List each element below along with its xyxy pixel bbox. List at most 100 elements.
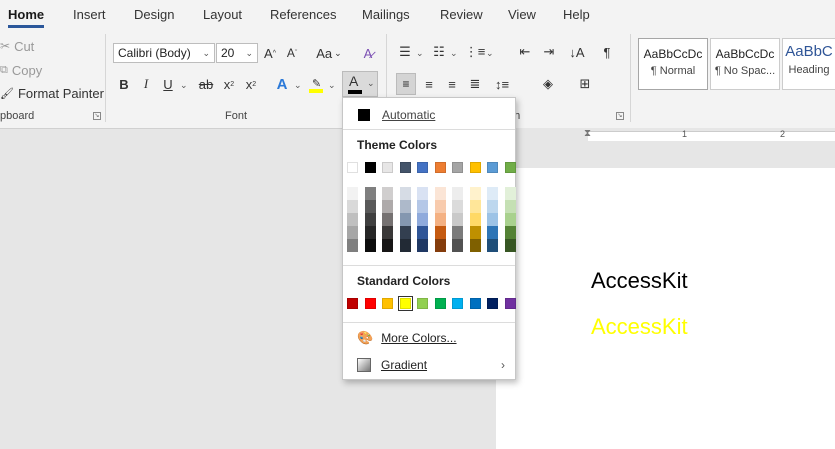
- superscript-button[interactable]: x2: [243, 74, 259, 94]
- decrease-indent-icon[interactable]: ⇤: [516, 42, 534, 62]
- theme-color-swatch[interactable]: [452, 162, 463, 173]
- chevron-down-icon[interactable]: ⌄: [180, 80, 188, 91]
- theme-color-swatch[interactable]: [434, 162, 446, 173]
- grow-font-icon[interactable]: A ^: [262, 43, 278, 63]
- theme-shade-swatch[interactable]: [382, 200, 393, 213]
- tab-home[interactable]: Home: [8, 7, 45, 28]
- sort-icon[interactable]: ↓A: [568, 42, 586, 62]
- theme-shade-swatch[interactable]: [469, 187, 481, 200]
- theme-shade-swatch[interactable]: [487, 213, 498, 226]
- standard-color-swatch[interactable]: [487, 298, 498, 309]
- theme-shade-swatch[interactable]: [417, 187, 428, 200]
- line-spacing-icon[interactable]: ↕≡: [492, 74, 512, 94]
- text-effects-icon[interactable]: A: [272, 74, 292, 94]
- theme-shade-swatch[interactable]: [504, 200, 516, 213]
- tab-view[interactable]: View: [508, 7, 536, 22]
- theme-color-swatch[interactable]: [469, 162, 481, 173]
- pilcrow-icon[interactable]: ¶: [598, 42, 616, 62]
- theme-shade-swatch[interactable]: [347, 226, 358, 239]
- theme-shade-swatch[interactable]: [452, 239, 463, 252]
- theme-shade-swatch[interactable]: [434, 213, 446, 226]
- theme-shade-swatch[interactable]: [417, 213, 428, 226]
- font-size-dropdown[interactable]: 20 ⌄: [216, 43, 258, 63]
- standard-color-swatch[interactable]: [469, 298, 481, 309]
- shrink-font-icon[interactable]: Aˇ: [284, 43, 300, 63]
- theme-shade-swatch[interactable]: [417, 239, 428, 252]
- tab-references[interactable]: References: [270, 7, 336, 22]
- theme-shade-swatch[interactable]: [399, 239, 411, 252]
- theme-shade-swatch[interactable]: [469, 239, 481, 252]
- theme-shade-swatch[interactable]: [364, 226, 376, 239]
- theme-color-swatch[interactable]: [399, 162, 411, 173]
- chevron-down-icon[interactable]: ⌄: [294, 80, 302, 91]
- theme-color-swatch[interactable]: [487, 162, 498, 173]
- theme-shade-swatch[interactable]: [452, 213, 463, 226]
- tab-help[interactable]: Help: [563, 7, 590, 22]
- theme-color-swatch[interactable]: [417, 162, 428, 173]
- multilevel-list-icon[interactable]: ⋮≡: [465, 42, 486, 62]
- style-heading[interactable]: AaBbC Heading: [782, 38, 835, 90]
- theme-shade-swatch[interactable]: [364, 213, 376, 226]
- standard-color-swatch[interactable]: [452, 298, 463, 309]
- theme-shade-swatch[interactable]: [399, 213, 411, 226]
- theme-shade-swatch[interactable]: [487, 187, 498, 200]
- tab-insert[interactable]: Insert: [73, 7, 106, 22]
- theme-shade-swatch[interactable]: [487, 200, 498, 213]
- standard-color-swatch[interactable]: [417, 298, 428, 309]
- theme-shade-swatch[interactable]: [347, 213, 358, 226]
- align-center-icon[interactable]: ≡: [420, 74, 438, 94]
- subscript-button[interactable]: x2: [221, 74, 237, 94]
- theme-shade-swatch[interactable]: [382, 226, 393, 239]
- clear-formatting-icon[interactable]: A̷: [358, 43, 378, 63]
- theme-color-swatch[interactable]: [364, 162, 376, 173]
- format-painter-button[interactable]: 🖌 Format Painter: [0, 85, 104, 101]
- ruler[interactable]: ⧗ 1 2: [496, 128, 835, 143]
- theme-shade-swatch[interactable]: [434, 226, 446, 239]
- indent-marker-icon[interactable]: ⧗: [584, 128, 591, 139]
- change-case-button[interactable]: Aa ⌄: [314, 43, 344, 63]
- theme-shade-swatch[interactable]: [504, 187, 516, 200]
- standard-color-swatch[interactable]: [347, 298, 358, 309]
- chevron-down-icon[interactable]: ⌄: [450, 48, 458, 59]
- theme-shade-swatch[interactable]: [417, 226, 428, 239]
- chevron-down-icon[interactable]: ⌄: [416, 48, 424, 59]
- theme-shade-swatch[interactable]: [452, 187, 463, 200]
- italic-button[interactable]: I: [138, 74, 154, 94]
- standard-color-swatch[interactable]: [434, 298, 446, 309]
- tab-mailings[interactable]: Mailings: [362, 7, 410, 22]
- borders-icon[interactable]: ⊞: [575, 74, 595, 94]
- style-normal[interactable]: AaBbCcDc ¶ Normal: [638, 38, 708, 90]
- theme-shade-swatch[interactable]: [399, 187, 411, 200]
- numbering-icon[interactable]: ☷: [430, 42, 448, 62]
- theme-shade-swatch[interactable]: [469, 226, 481, 239]
- theme-shade-swatch[interactable]: [347, 187, 358, 200]
- tab-layout[interactable]: Layout: [203, 7, 242, 22]
- document-text-yellow[interactable]: AccessKit: [591, 314, 688, 340]
- theme-shade-swatch[interactable]: [382, 213, 393, 226]
- theme-shade-swatch[interactable]: [434, 200, 446, 213]
- theme-color-swatch[interactable]: [504, 162, 516, 173]
- increase-indent-icon[interactable]: ⇥: [540, 42, 558, 62]
- theme-shade-swatch[interactable]: [399, 226, 411, 239]
- standard-color-swatch[interactable]: [504, 298, 516, 309]
- document-page[interactable]: AccessKit AccessKit: [496, 168, 835, 449]
- theme-shade-swatch[interactable]: [469, 213, 481, 226]
- standard-color-swatch[interactable]: [364, 298, 376, 309]
- theme-shade-swatch[interactable]: [487, 226, 498, 239]
- gradient-item[interactable]: Gradient ›: [343, 355, 515, 375]
- theme-shade-swatch[interactable]: [504, 226, 516, 239]
- tab-design[interactable]: Design: [134, 7, 174, 22]
- theme-shade-swatch[interactable]: [469, 200, 481, 213]
- theme-shade-swatch[interactable]: [504, 213, 516, 226]
- highlight-icon[interactable]: ✎: [306, 74, 326, 94]
- standard-color-swatch[interactable]: [382, 298, 393, 309]
- theme-shade-swatch[interactable]: [487, 239, 498, 252]
- more-colors-item[interactable]: 🎨 More Colors...: [343, 328, 515, 348]
- copy-button[interactable]: ⧉ Copy: [0, 62, 42, 78]
- document-text-black[interactable]: AccessKit: [591, 268, 688, 294]
- chevron-down-icon[interactable]: ⌄: [486, 48, 494, 59]
- underline-button[interactable]: U: [160, 74, 176, 94]
- theme-shade-swatch[interactable]: [382, 187, 393, 200]
- bullets-icon[interactable]: ☰: [396, 42, 414, 62]
- tab-review[interactable]: Review: [440, 7, 483, 22]
